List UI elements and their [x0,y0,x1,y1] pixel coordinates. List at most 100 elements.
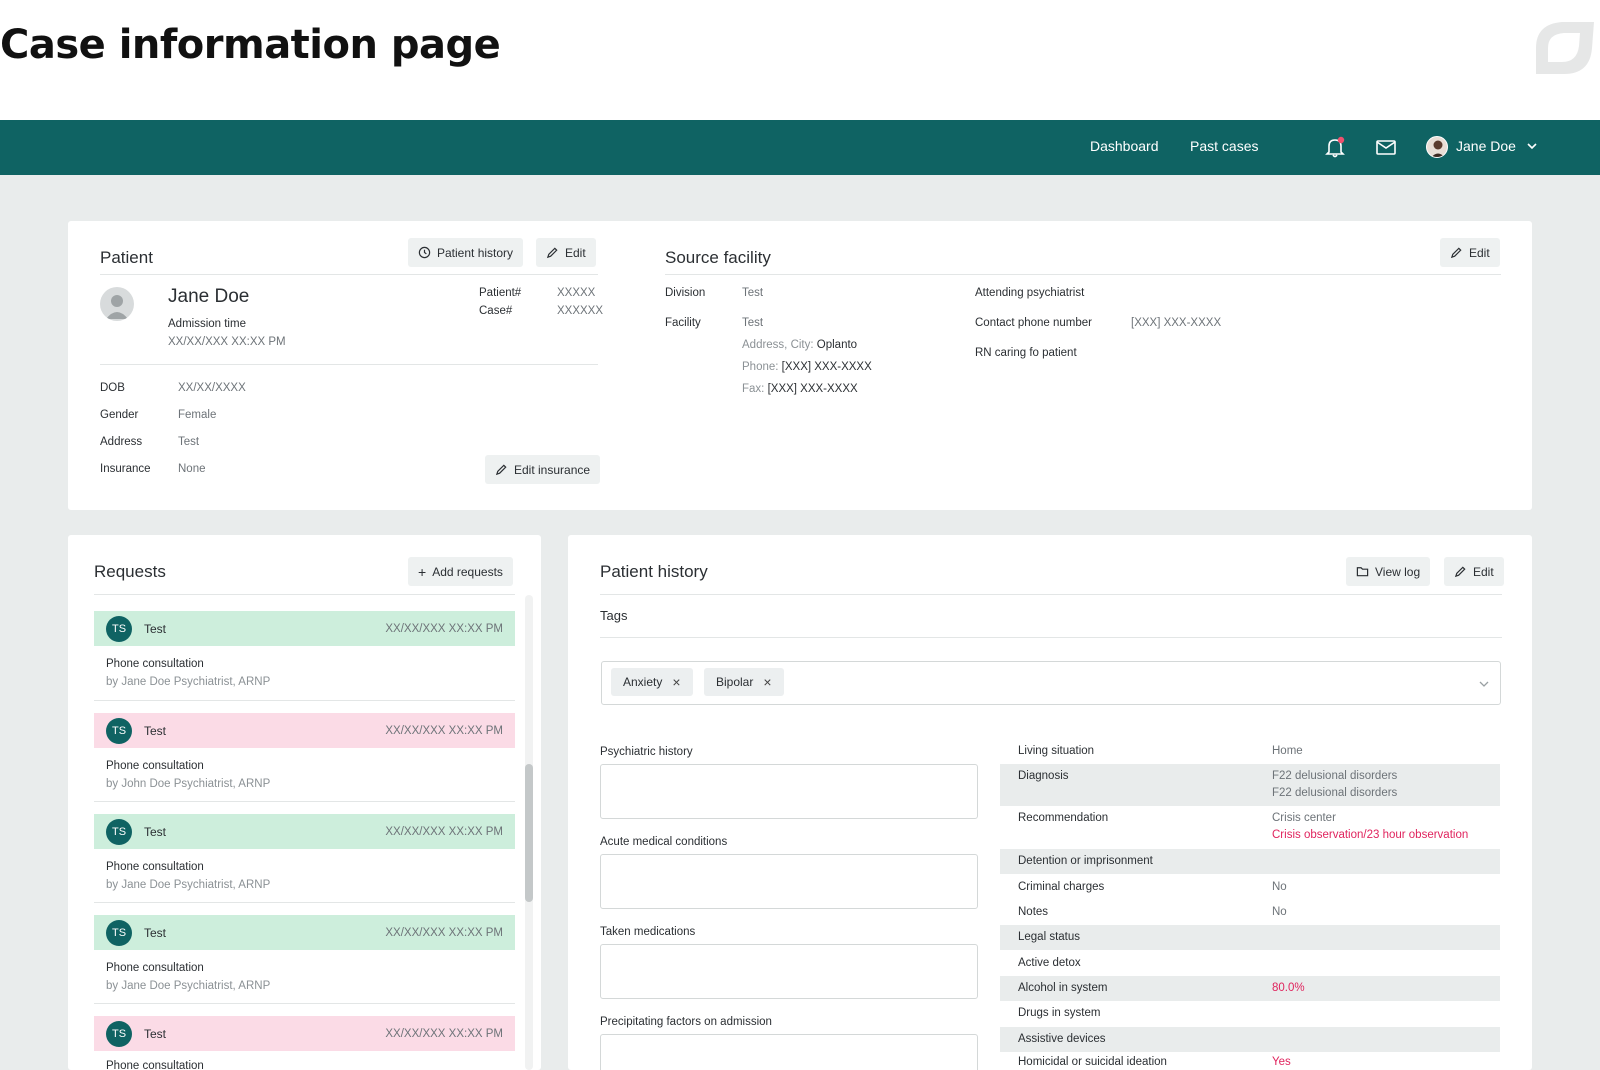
request-author: by Jane Doe Psychiatrist, ARNP [106,676,271,688]
patient-section-title: Patient [100,248,153,267]
request-item[interactable]: TS Test XX/XX/XXX XX:XX PM [94,611,515,646]
attending-psychiatrist-label: Attending psychiatrist [975,287,1085,299]
divider [100,274,598,275]
request-name: Test [144,1026,167,1041]
edit-insurance-button[interactable]: Edit insurance [485,455,601,484]
user-name-menu[interactable]: Jane Doe [1456,138,1516,154]
diagnosis-value: F22 delusional disorders [1272,787,1398,799]
acute-medical-input[interactable] [600,854,978,909]
divider [600,594,1502,595]
request-avatar: TS [106,615,132,642]
psychiatric-history-label: Psychiatric history [600,746,693,758]
close-icon[interactable]: × [672,674,680,690]
divider [94,594,515,595]
request-item[interactable]: TS Test XX/XX/XXX XX:XX PM [94,713,515,748]
ideation-row: Homicidal or suicidal ideation Yes [1000,1052,1500,1070]
acute-medical-label: Acute medical conditions [600,836,728,848]
request-type: Phone consultation [106,658,204,670]
patient-number-label: Patient# [479,287,522,299]
legal-status-label: Legal status [1018,931,1081,943]
nav-dashboard-link[interactable]: Dashboard [1090,138,1159,154]
living-situation-label: Living situation [1018,745,1095,757]
divider [665,274,1501,275]
pencil-icon [1450,247,1462,259]
close-icon[interactable]: × [763,674,771,690]
history-edit-button[interactable]: Edit [1444,557,1504,586]
top-navigation-bar: Dashboard Past cases Jane Doe [0,120,1600,175]
add-requests-button[interactable]: + Add requests [408,557,513,586]
add-requests-label: Add requests [432,564,503,579]
diagnosis-row: Diagnosis F22 delusional disorders F22 d… [1000,764,1500,806]
request-author: by Jane Doe Psychiatrist, ARNP [106,879,271,891]
patient-name: Jane Doe [168,286,250,307]
precipitating-factors-input[interactable] [600,1034,978,1070]
taken-medications-input[interactable] [600,944,978,999]
insurance-label: Insurance [100,463,151,475]
living-situation-row: Living situation Home [1000,739,1500,764]
living-situation-value: Home [1272,745,1303,757]
request-item[interactable]: TS Test XX/XX/XXX XX:XX PM [94,814,515,849]
nav-past-cases-link[interactable]: Past cases [1190,138,1258,154]
recommendation-highlight-value: Crisis observation/23 hour observation [1272,829,1469,841]
pencil-icon [495,464,507,476]
ideation-label: Homicidal or suicidal ideation [1018,1056,1167,1068]
request-author: by John Doe Psychiatrist, ARNP [106,778,271,790]
detention-label: Detention or imprisonment [1018,855,1153,867]
pencil-icon [546,247,558,259]
assistive-devices-label: Assistive devices [1018,1033,1106,1045]
requests-title: Requests [94,562,166,581]
patient-history-button[interactable]: Patient history [408,238,524,267]
request-item[interactable]: TS Test XX/XX/XXX XX:XX PM [94,915,515,950]
address-value: Test [178,436,200,448]
notes-value: No [1272,906,1287,918]
request-type: Phone consultation [106,1060,204,1070]
facility-address: Address, City: Oplanto [742,339,858,351]
user-avatar[interactable] [1426,136,1448,158]
requests-scrollbar-thumb[interactable] [525,764,533,902]
admission-time-label: Admission time [168,318,246,330]
request-name: Test [144,925,167,940]
divider [94,801,515,802]
request-type: Phone consultation [106,962,204,974]
facility-value: Test [742,317,764,329]
page-title: Case information page [0,22,501,68]
alcohol-value: 80.0% [1272,982,1305,994]
active-detox-label: Active detox [1018,957,1081,969]
chevron-down-icon[interactable] [1478,678,1490,690]
source-facility-title: Source facility [665,248,771,267]
tag-label: Bipolar [716,675,754,689]
request-time: XX/XX/XXX XX:XX PM [385,622,503,635]
plus-icon: + [418,563,427,580]
facility-phone: Phone: [XXX] XXX-XXXX [742,361,872,373]
request-item[interactable]: TS Test XX/XX/XXX XX:XX PM [94,1016,515,1051]
rn-caring-label: RN caring fo patient [975,347,1077,359]
request-name: Test [144,621,167,636]
assistive-devices-row: Assistive devices [1000,1027,1500,1052]
pencil-icon [1454,566,1466,578]
request-avatar: TS [106,818,132,845]
divider [94,902,515,903]
detention-row: Detention or imprisonment [1000,849,1500,874]
request-time: XX/XX/XXX XX:XX PM [385,926,503,939]
insurance-value: None [178,463,206,475]
active-detox-row: Active detox [1000,951,1500,976]
messages-mail-icon[interactable] [1374,135,1398,159]
tag-chip[interactable]: Anxiety × [611,668,693,696]
dob-value: XX/XX/XXXX [178,382,246,394]
notes-row: Notes No [1000,900,1500,925]
notifications-bell-icon[interactable] [1323,135,1347,159]
view-log-button[interactable]: View log [1346,557,1431,586]
precipitating-factors-label: Precipitating factors on admission [600,1016,772,1028]
patient-edit-button[interactable]: Edit [536,238,596,267]
request-time: XX/XX/XXX XX:XX PM [385,825,503,838]
tag-chip[interactable]: Bipolar × [704,668,784,696]
divider [600,637,1502,638]
psychiatric-history-input[interactable] [600,764,978,819]
source-edit-button[interactable]: Edit [1440,238,1500,267]
request-type: Phone consultation [106,861,204,873]
recommendation-row: Recommendation Crisis center Crisis obse… [1000,806,1500,848]
case-number-label: Case# [479,305,513,317]
admission-time-value: XX/XX/XXX XX:XX PM [168,336,286,348]
chevron-down-icon[interactable] [1526,140,1538,152]
patient-number-value: XXXXX [557,287,596,299]
